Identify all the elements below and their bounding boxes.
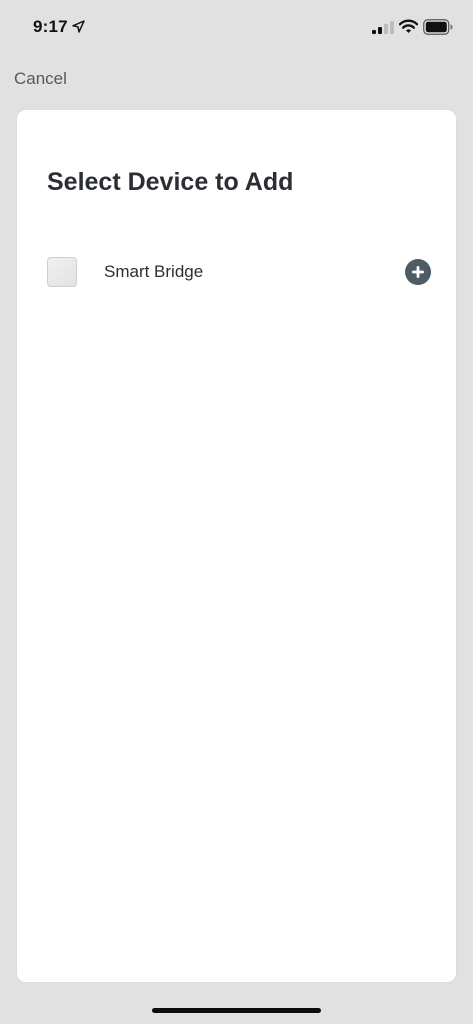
cellular-signal-icon	[372, 21, 394, 34]
status-bar: 9:17	[0, 0, 473, 54]
home-indicator[interactable]	[152, 1008, 321, 1013]
device-row-smart-bridge[interactable]: Smart Bridge	[17, 250, 456, 294]
cancel-button[interactable]: Cancel	[14, 69, 67, 89]
device-name: Smart Bridge	[104, 262, 204, 281]
plus-circle-icon[interactable]	[405, 259, 431, 285]
location-arrow-icon	[72, 20, 85, 33]
status-time: 9:17	[33, 17, 68, 36]
smart-bridge-device-icon	[47, 257, 77, 287]
battery-icon	[423, 19, 453, 35]
device-selection-sheet: Select Device to Add Smart Bridge	[17, 110, 456, 982]
wifi-icon	[398, 19, 419, 34]
page-title: Select Device to Add	[47, 168, 294, 196]
